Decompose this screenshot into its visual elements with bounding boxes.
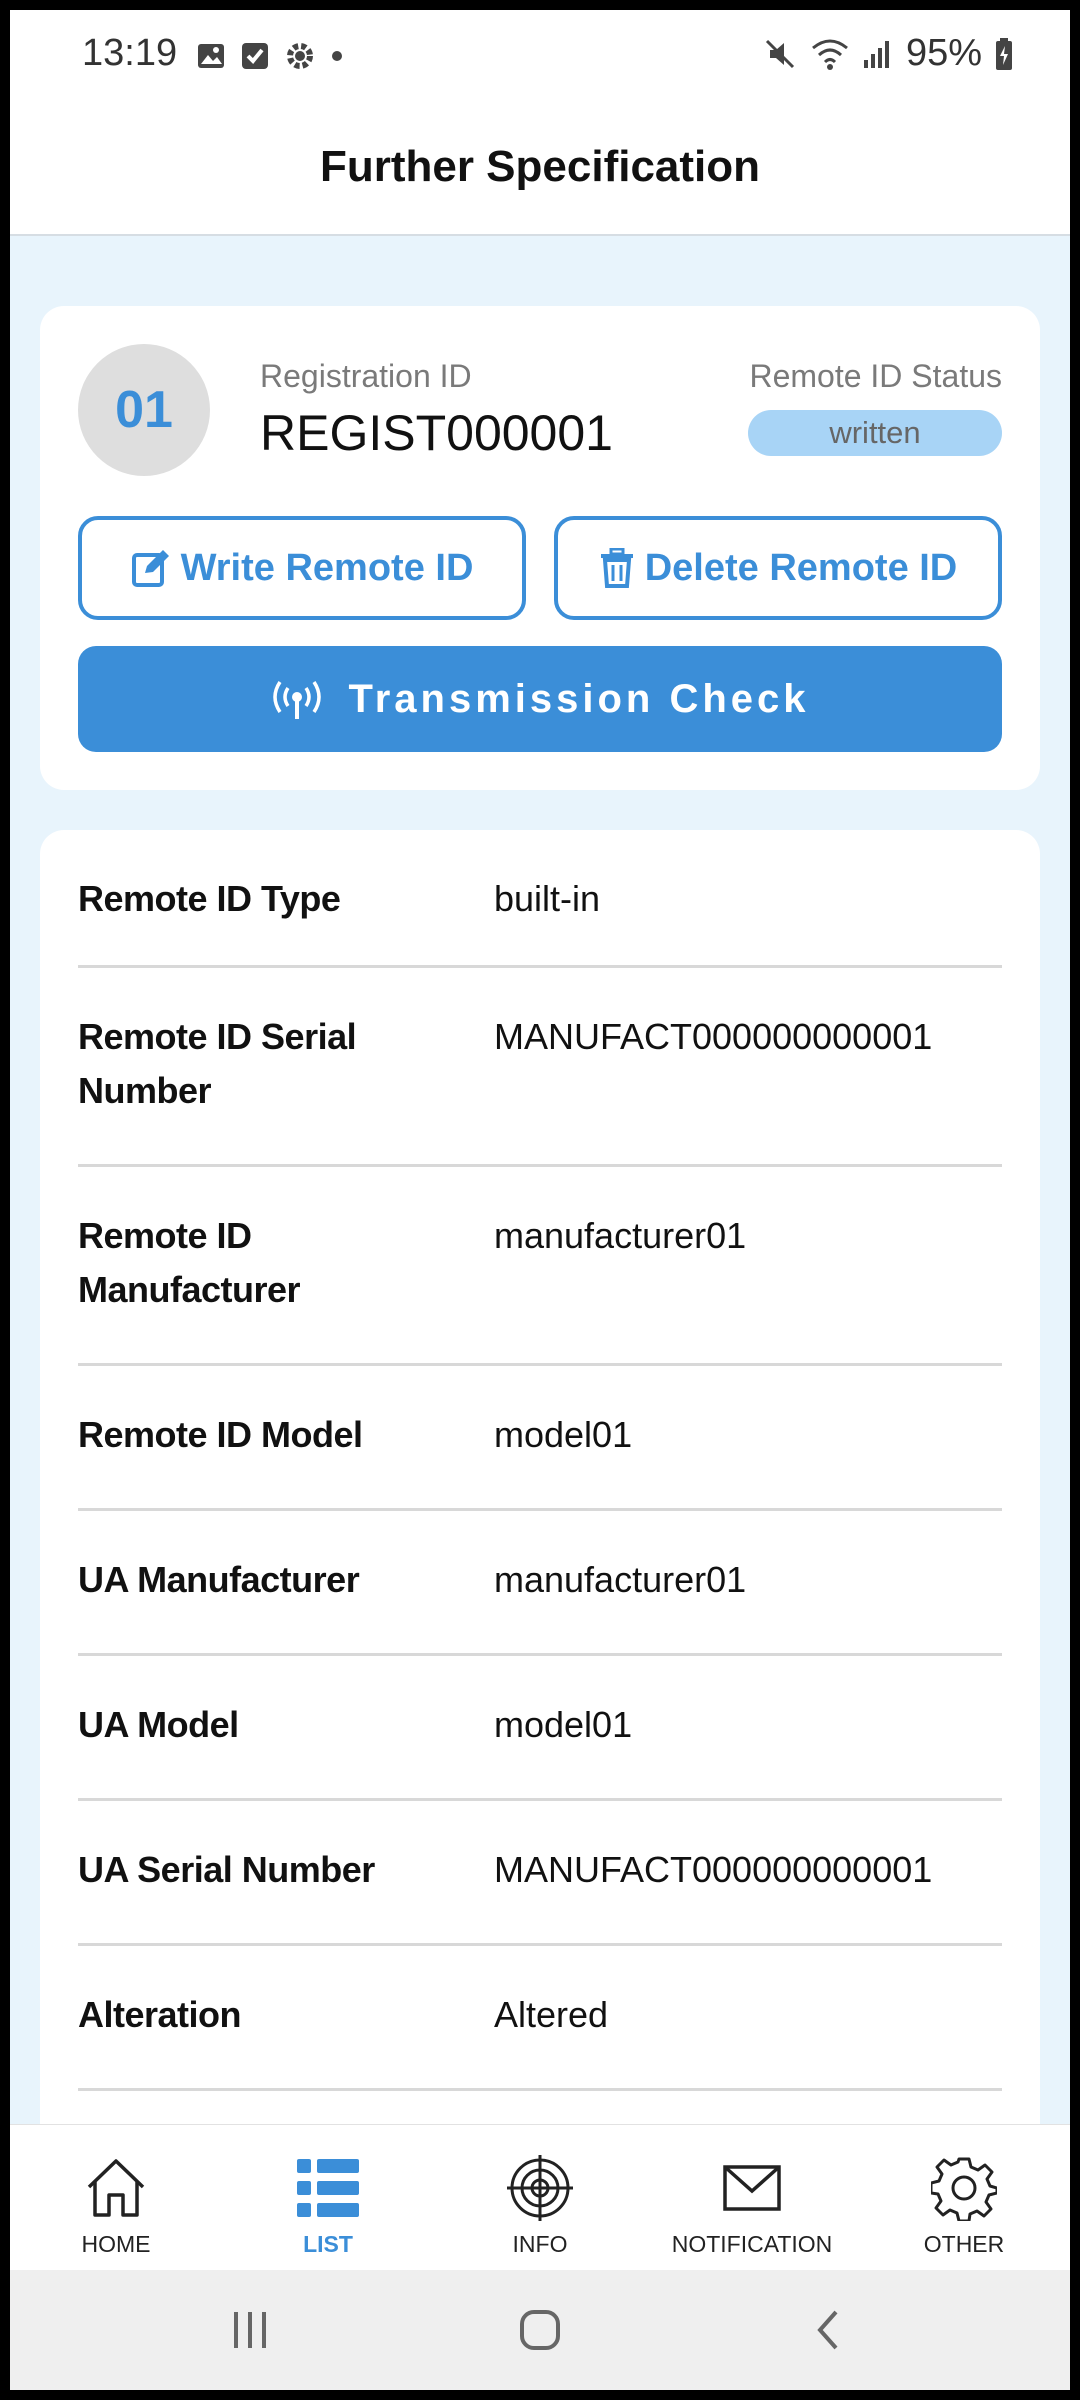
registration-id-label: Registration ID: [260, 358, 472, 394]
home-system-button[interactable]: [500, 2300, 580, 2360]
spec-label: Remote ID Model: [78, 1414, 363, 1455]
spec-row-ua-manufacturer: UA Manufacturer manufacturer01: [78, 1511, 1002, 1656]
spec-label: Remote ID Serial Number: [78, 1016, 357, 1111]
signal-icon: [863, 40, 889, 68]
spec-label: UA Serial Number: [78, 1849, 375, 1890]
spec-value: MANUFACT000000000001: [494, 1849, 933, 1890]
spec-row-ua-serial-number: UA Serial Number MANUFACT000000000001: [78, 1801, 1002, 1946]
battery-icon: [996, 37, 1012, 70]
battery-percent: 95%: [905, 32, 982, 74]
spec-label: Remote ID Manufacturer: [78, 1215, 301, 1310]
gear-icon: [931, 2157, 997, 2221]
nav-home-label: HOME: [81, 2231, 151, 2257]
spec-row-alteration: Alteration Altered: [78, 1946, 1002, 2091]
edit-icon: [131, 550, 169, 587]
registration-id-value: REGIST000001: [260, 405, 613, 461]
nav-home[interactable]: HOME: [10, 2125, 222, 2271]
registration-card: 01 Registration ID REGIST000001 Remote I…: [40, 306, 1040, 790]
nav-other-label: OTHER: [923, 2231, 1005, 2257]
broadcast-icon: [273, 681, 322, 719]
back-chevron-icon: [817, 2310, 838, 2350]
status-bar: 13:19 95%: [10, 10, 1070, 100]
app-screen: 13:19 95% Further Specification 01 Regis…: [10, 10, 1070, 2390]
nav-list[interactable]: LIST: [222, 2125, 434, 2271]
remote-id-status-label: Remote ID Status: [749, 358, 1002, 394]
nav-info-label: INFO: [512, 2231, 568, 2257]
specification-list: Remote ID Type built-in Remote ID Serial…: [40, 830, 1040, 2230]
bottom-navigation: HOME LIST INFO NOTIFICATION OTHER: [10, 2124, 1070, 2270]
status-badge: written: [748, 410, 1002, 456]
registration-number-avatar: 01: [78, 344, 210, 476]
settings-gear-icon: [287, 43, 313, 69]
nav-notification-label: NOTIFICATION: [671, 2231, 833, 2257]
spec-label: UA Model: [78, 1704, 239, 1745]
spec-value: built-in: [494, 878, 601, 919]
back-button[interactable]: [790, 2300, 870, 2360]
envelope-icon: [723, 2165, 781, 2211]
spec-value: manufacturer01: [494, 1559, 747, 1600]
spec-value: Altered: [494, 1994, 609, 2035]
system-status-icons: 95%: [762, 32, 1014, 75]
dot-icon: [332, 51, 342, 61]
system-navigation-bar: [10, 2270, 1070, 2390]
spec-row-ua-model: UA Model model01: [78, 1656, 1002, 1801]
write-remote-id-button[interactable]: Write Remote ID: [78, 516, 526, 620]
gallery-icon: [198, 44, 224, 68]
spec-row-remote-id-manufacturer: Remote ID Manufacturer manufacturer01: [78, 1167, 1002, 1366]
app-header: Further Specification: [10, 100, 1070, 236]
delete-remote-id-label: Delete Remote ID: [644, 546, 958, 589]
spec-value: model01: [494, 1704, 633, 1745]
spec-label: Remote ID Type: [78, 878, 341, 919]
delete-remote-id-button[interactable]: Delete Remote ID: [554, 516, 1002, 620]
wifi-icon: [811, 39, 848, 70]
recents-button[interactable]: [210, 2300, 290, 2360]
status-time: 13:19: [82, 32, 178, 74]
home-icon: [87, 2159, 145, 2217]
recents-icon: [234, 2312, 266, 2348]
nav-info[interactable]: INFO: [434, 2125, 646, 2271]
spec-row-remote-id-type: Remote ID Type built-in: [78, 830, 1002, 968]
home-circle-icon: [520, 2310, 560, 2350]
spec-value: model01: [494, 1414, 633, 1455]
spec-value: manufacturer01: [494, 1215, 747, 1256]
trash-icon: [600, 548, 633, 588]
transmission-check-button[interactable]: Transmission Check: [78, 646, 1002, 752]
list-icon: [297, 2159, 359, 2217]
transmission-check-label: Transmission Check: [348, 676, 810, 721]
spec-row-remote-id-model: Remote ID Model model01: [78, 1366, 1002, 1511]
write-remote-id-label: Write Remote ID: [180, 546, 474, 589]
spec-row-remote-id-serial: Remote ID Serial Number MANUFACT00000000…: [78, 968, 1002, 1167]
spec-value: MANUFACT000000000001: [494, 1016, 933, 1057]
target-icon: [507, 2155, 573, 2221]
mute-icon: [765, 39, 794, 68]
notification-icons: [196, 40, 344, 72]
nav-notification[interactable]: NOTIFICATION: [646, 2125, 858, 2271]
spec-label: UA Manufacturer: [78, 1559, 360, 1600]
checkbox-icon: [242, 43, 268, 69]
spec-label: Alteration: [78, 1994, 242, 2035]
page-title: Further Specification: [319, 142, 761, 191]
nav-list-label: LIST: [303, 2231, 353, 2257]
nav-other[interactable]: OTHER: [858, 2125, 1070, 2271]
